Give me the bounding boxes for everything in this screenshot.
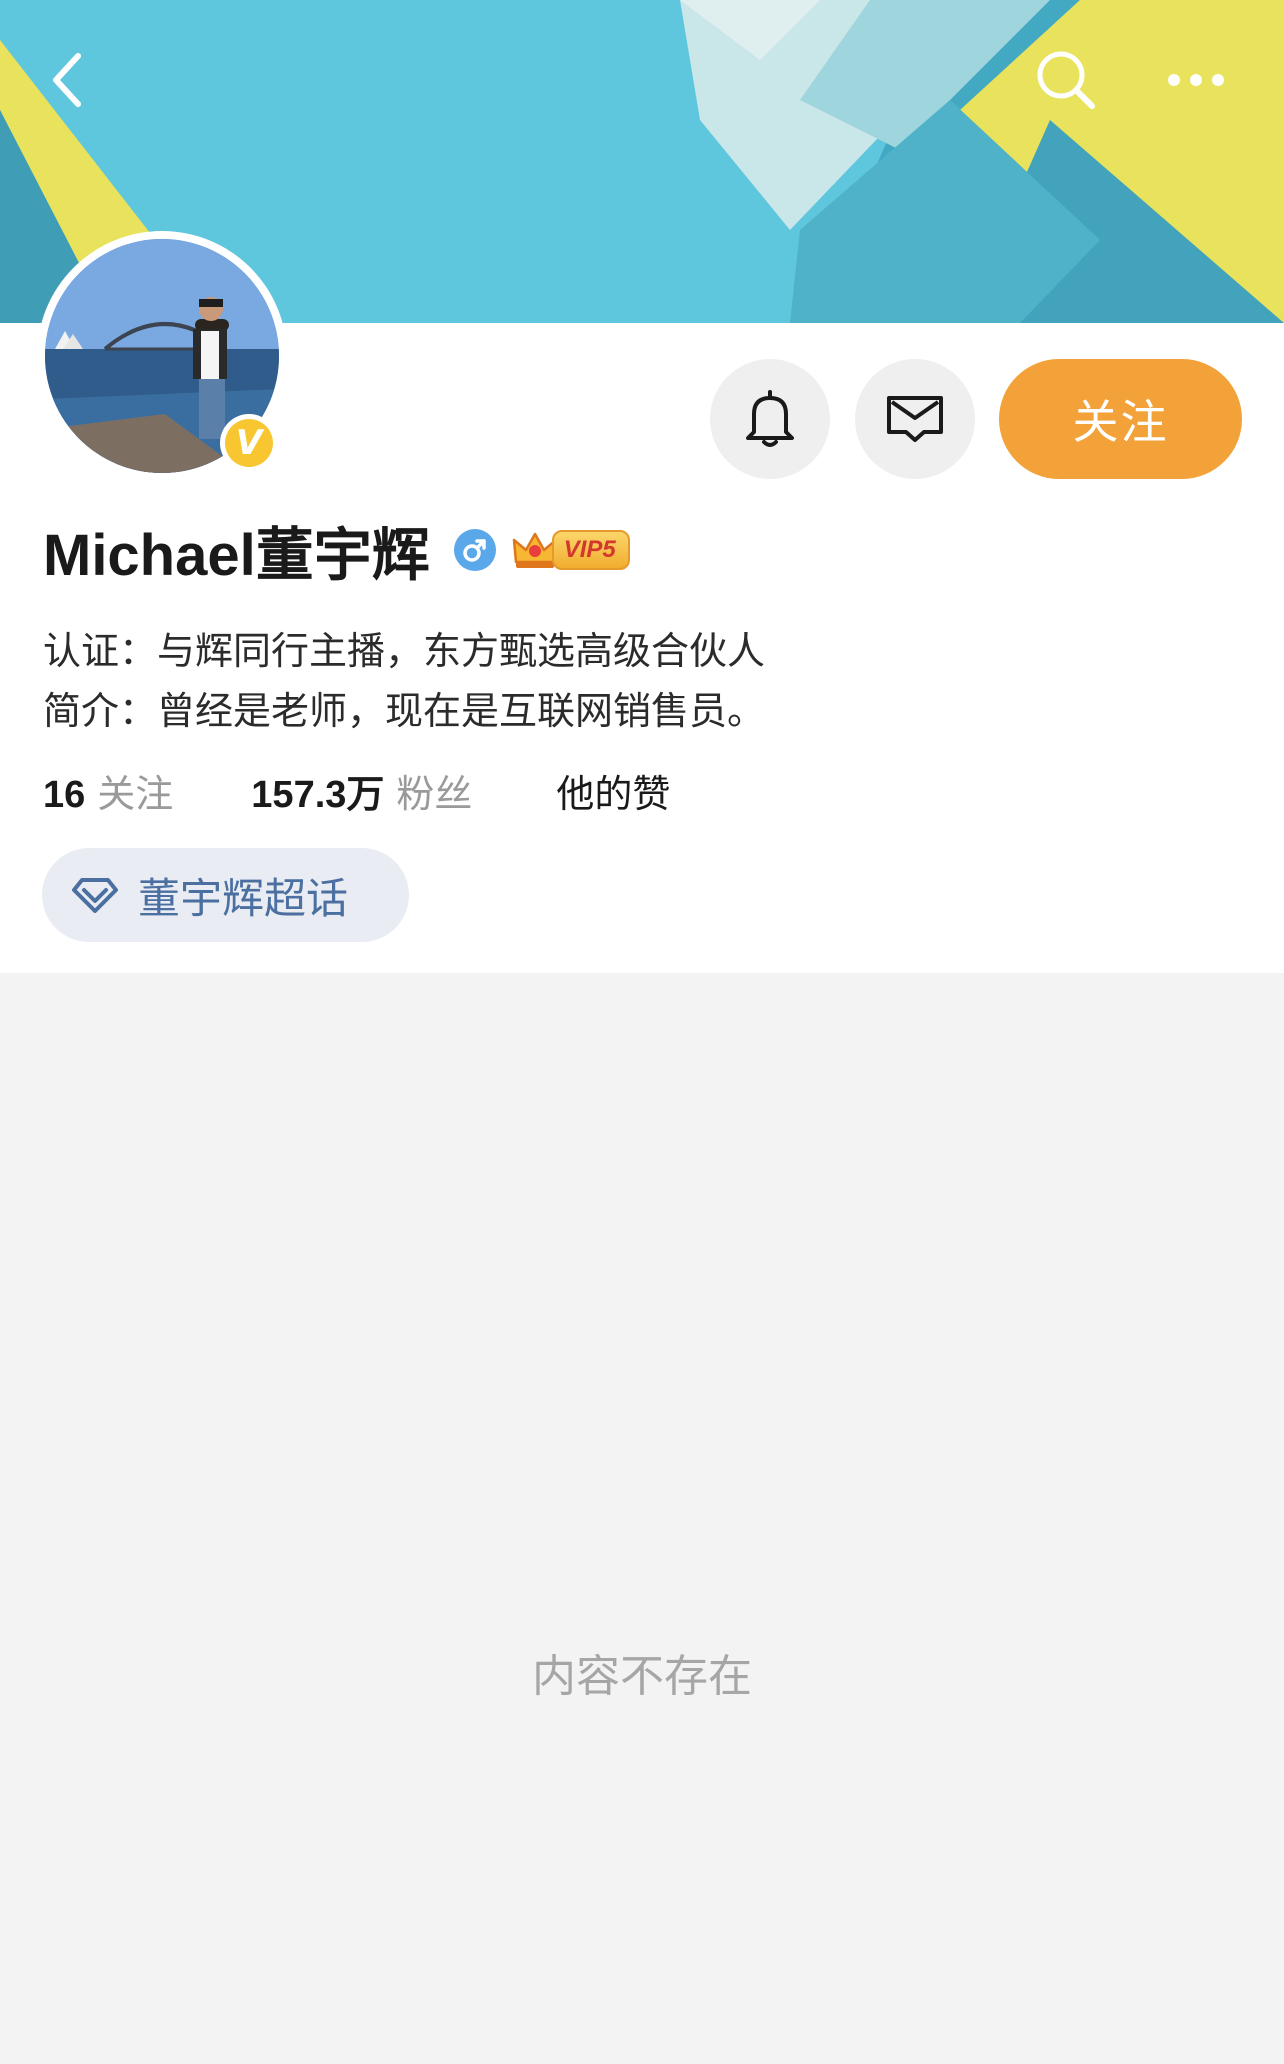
diamond-icon	[72, 878, 118, 913]
crown-icon	[512, 532, 557, 568]
supertopic-chip[interactable]: 董宇辉超话	[42, 848, 409, 942]
back-button[interactable]	[28, 40, 108, 120]
followers-count: 157.3万	[251, 773, 385, 816]
follow-button[interactable]: 关注	[999, 359, 1242, 479]
avatar[interactable]: V	[37, 231, 287, 481]
verified-badge: V	[220, 414, 278, 472]
more-button[interactable]	[1156, 40, 1236, 120]
profile-stats: 16 关注 157.3万 粉丝 他的赞	[43, 760, 670, 820]
intro-text: 简介：曾经是老师，现在是互联网销售员。	[43, 691, 766, 733]
search-icon	[1037, 51, 1095, 109]
mail-icon	[887, 396, 943, 442]
followers-stat[interactable]: 157.3万 粉丝	[251, 763, 472, 818]
empty-state-text: 内容不存在	[532, 1652, 752, 1701]
search-button[interactable]	[1026, 40, 1106, 120]
more-dots-icon	[1168, 74, 1224, 86]
message-button[interactable]	[855, 359, 975, 479]
supertopic-label: 董宇辉超话	[138, 874, 349, 922]
likes-stat[interactable]: 他的赞	[556, 763, 670, 818]
profile-name: Michael董宇辉	[43, 523, 430, 588]
profile-bio: 认证：与辉同行主播，东方甄选高级合伙人 简介：曾经是老师，现在是互联网销售员。	[43, 622, 765, 742]
male-icon	[453, 529, 496, 571]
vip-level-label: VIP5	[563, 536, 616, 563]
bell-icon	[746, 390, 794, 447]
following-stat[interactable]: 16 关注	[43, 763, 173, 818]
profile-name-row: Michael董宇辉 VIP5	[43, 510, 630, 590]
chevron-left-icon	[53, 53, 81, 107]
followers-label: 粉丝	[396, 773, 473, 816]
following-label: 关注	[97, 773, 174, 816]
vip-badge[interactable]: VIP5	[512, 530, 630, 570]
notify-button[interactable]	[710, 359, 830, 479]
verified-v-icon: V	[225, 419, 273, 467]
following-count: 16	[43, 773, 86, 816]
certification-text: 认证：与辉同行主播，东方甄选高级合伙人	[43, 631, 766, 673]
